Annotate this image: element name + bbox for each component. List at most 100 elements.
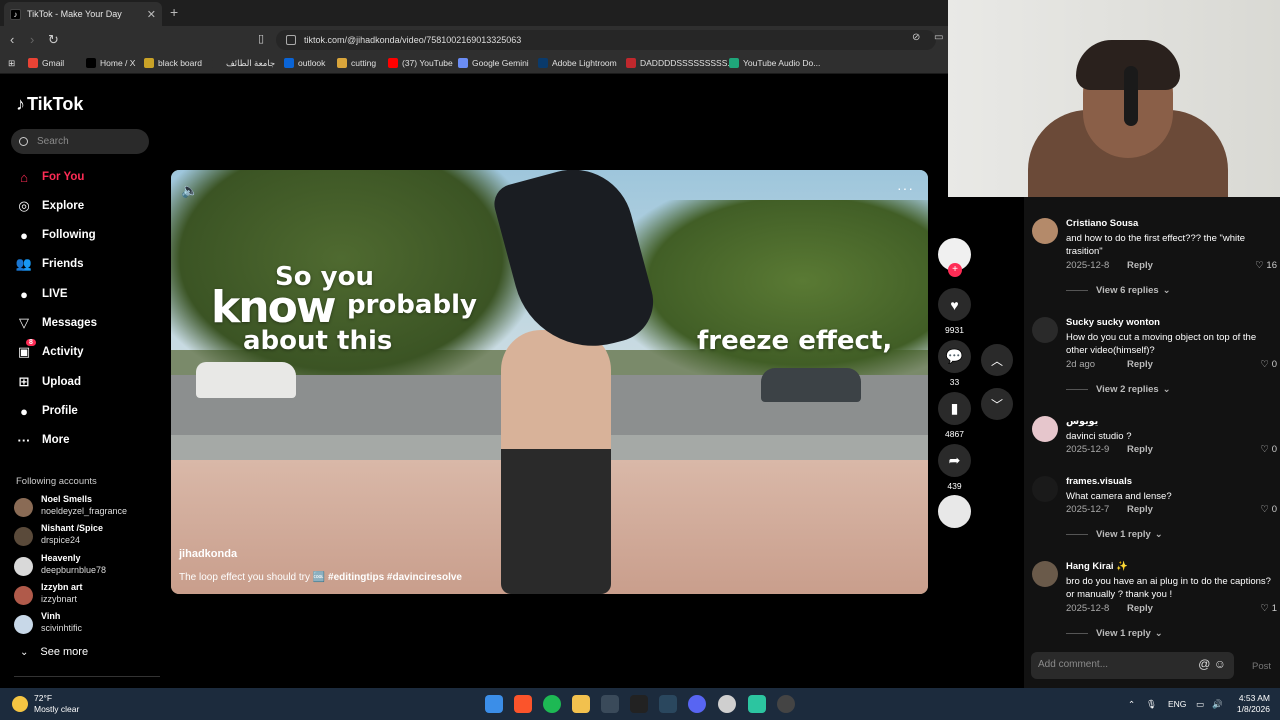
app-icon[interactable] — [748, 695, 766, 713]
extension-icon[interactable]: ⊘ — [912, 32, 920, 43]
bookmark-page-icon[interactable]: ▯ — [258, 32, 264, 45]
apps-grid-icon[interactable]: ⊞ — [8, 58, 15, 69]
comment-author[interactable]: frames.visuals — [1066, 476, 1132, 487]
bookmark-item[interactable]: cutting — [337, 58, 376, 68]
comment-reply-button[interactable]: Reply — [1127, 359, 1153, 370]
epic-games-icon[interactable] — [630, 695, 648, 713]
comment-author[interactable]: يويوس — [1066, 416, 1098, 427]
site-info-icon[interactable] — [286, 35, 296, 45]
bookmark-item[interactable]: Google Gemini — [458, 58, 529, 68]
network-icon[interactable]: ▭ — [1196, 699, 1204, 710]
language-indicator[interactable]: ENG — [1168, 699, 1186, 709]
sidebar-item-more[interactable]: ··· More — [16, 430, 70, 450]
file-explorer-icon[interactable] — [572, 695, 590, 713]
chevron-down-icon[interactable]: ﹀ — [981, 388, 1013, 420]
sidebar-item-friends[interactable]: 👥 Friends — [16, 254, 84, 274]
video-more-icon[interactable]: ··· — [897, 180, 914, 196]
chevron-up-icon[interactable]: ︿ — [981, 344, 1013, 376]
tray-chevron-icon[interactable]: ⌃ — [1128, 699, 1135, 710]
comment-reply-button[interactable]: Reply — [1127, 504, 1153, 515]
sidebar-item-messages[interactable]: ▽ Messages — [16, 313, 97, 333]
settings-gear-icon[interactable] — [718, 695, 736, 713]
bookmark-icon[interactable]: ▮ — [938, 392, 971, 425]
volume-tray-icon[interactable]: 🔊 — [1212, 699, 1223, 710]
new-tab-button[interactable]: + — [170, 4, 178, 20]
creator-avatar[interactable]: + — [938, 238, 971, 277]
discord-icon[interactable] — [688, 695, 706, 713]
sidebar-item-explore[interactable]: ◎ Explore — [16, 196, 84, 216]
spotify-icon[interactable] — [543, 695, 561, 713]
bookmark-item[interactable]: (37) YouTube — [388, 58, 453, 68]
music-disc[interactable] — [938, 495, 971, 532]
following-account[interactable]: Nishant /Spice drspice24 — [14, 523, 164, 549]
windows-start-icon[interactable] — [485, 695, 503, 713]
comment-like[interactable]: ♡ 0 — [1261, 359, 1277, 370]
following-account[interactable]: Heavenly deepburnblue78 — [14, 553, 164, 579]
comment-icon[interactable]: 💬 — [938, 340, 971, 373]
microphone-icon[interactable]: 🎙 — [1146, 699, 1157, 710]
bookmark-item[interactable]: outlook — [284, 58, 325, 68]
reload-icon[interactable]: ↻ — [48, 32, 59, 48]
avatar[interactable] — [1032, 476, 1058, 502]
bookmark-item[interactable]: Gmail — [28, 58, 64, 68]
view-replies-button[interactable]: View 1 reply ⌄ — [1066, 529, 1163, 540]
bookmark-item[interactable]: Home / X — [86, 58, 135, 68]
window-icon[interactable]: ▭ — [934, 32, 943, 43]
brave-browser-icon[interactable] — [514, 695, 532, 713]
comment-author[interactable]: Cristiano Sousa — [1066, 218, 1138, 229]
emoji-icon[interactable]: ☺ — [1214, 657, 1226, 671]
view-replies-button[interactable]: View 1 reply ⌄ — [1066, 628, 1163, 639]
tiktok-logo[interactable]: ♪ TikTok — [16, 94, 83, 115]
music-disc-icon[interactable] — [938, 495, 971, 528]
following-account[interactable]: Vinh scivinhtific — [14, 611, 164, 637]
share-icon[interactable]: ➦ — [938, 444, 971, 477]
steam-icon[interactable] — [659, 695, 677, 713]
system-clock[interactable]: 4:53 AM 1/8/2026 — [1226, 693, 1270, 715]
bookmark-item[interactable]: DADDDDSSSSSSSSS... — [626, 58, 734, 68]
back-icon[interactable]: ‹ — [10, 32, 14, 47]
volume-icon[interactable]: 🔈 — [181, 182, 198, 199]
browser-tab[interactable]: ♪ TikTok - Make Your Day ✕ — [4, 2, 162, 26]
view-replies-button[interactable]: View 6 replies ⌄ — [1066, 285, 1171, 296]
comment-like[interactable]: ♡ 1 — [1261, 603, 1277, 614]
save-action[interactable]: ▮ 4867 — [938, 392, 971, 439]
sidebar-item-following[interactable]: ● Following — [16, 225, 96, 245]
video-author[interactable]: jihadkonda — [179, 548, 237, 560]
comment-like[interactable]: ♡ 0 — [1261, 504, 1277, 515]
following-account[interactable]: Noel Smells noeldeyzel_fragrance — [14, 494, 164, 520]
weather-widget[interactable]: 72°F Mostly clear — [12, 693, 79, 715]
caption-hashtags[interactable]: #editingtips #davinciresolve — [328, 572, 462, 583]
search-input[interactable]: Search — [11, 129, 149, 154]
address-bar[interactable]: tiktok.com/@jihadkonda/video/75810021690… — [276, 30, 936, 50]
sidebar-item-for-you[interactable]: ⌂ For You — [16, 167, 84, 187]
avatar[interactable] — [1032, 561, 1058, 587]
bookmark-item[interactable]: جامعة الطائف — [212, 58, 275, 69]
comment-reply-button[interactable]: Reply — [1127, 444, 1153, 455]
comment-action[interactable]: 💬 33 — [938, 340, 971, 387]
follow-plus-icon[interactable]: + — [948, 263, 962, 277]
tab-close-icon[interactable]: ✕ — [147, 8, 156, 21]
following-account[interactable]: Izzybn art izzybnart — [14, 582, 164, 608]
forward-icon[interactable]: › — [30, 32, 34, 47]
video-player[interactable]: So you know probably about this freeze e… — [171, 170, 928, 594]
view-replies-button[interactable]: View 2 replies ⌄ — [1066, 384, 1171, 395]
heart-icon[interactable]: ♥ — [938, 288, 971, 321]
like-action[interactable]: ♥ 9931 — [938, 288, 971, 335]
avatar[interactable] — [1032, 317, 1058, 343]
see-more-button[interactable]: ⌄ See more — [20, 646, 88, 658]
comment-author[interactable]: Sucky sucky wonton — [1066, 317, 1160, 328]
share-action[interactable]: ➦ 439 — [938, 444, 971, 491]
bookmark-item[interactable]: Adobe Lightroom — [538, 58, 617, 68]
sidebar-item-activity[interactable]: ▣ Activity 8 — [16, 339, 84, 362]
add-comment-input[interactable]: Add comment... @ ☺ — [1031, 652, 1234, 679]
comment-like[interactable]: ♡ 16 — [1255, 260, 1277, 271]
sidebar-item-live[interactable]: ● LIVE — [16, 284, 68, 304]
sidebar-item-upload[interactable]: ⊞ Upload — [16, 372, 81, 392]
davinci-resolve-icon[interactable] — [601, 695, 619, 713]
obs-icon[interactable] — [777, 695, 795, 713]
post-button[interactable]: Post — [1252, 661, 1271, 672]
avatar[interactable] — [1032, 416, 1058, 442]
avatar[interactable] — [1032, 218, 1058, 244]
sidebar-item-profile[interactable]: ● Profile — [16, 401, 78, 421]
bookmark-item[interactable]: black board — [144, 58, 202, 68]
